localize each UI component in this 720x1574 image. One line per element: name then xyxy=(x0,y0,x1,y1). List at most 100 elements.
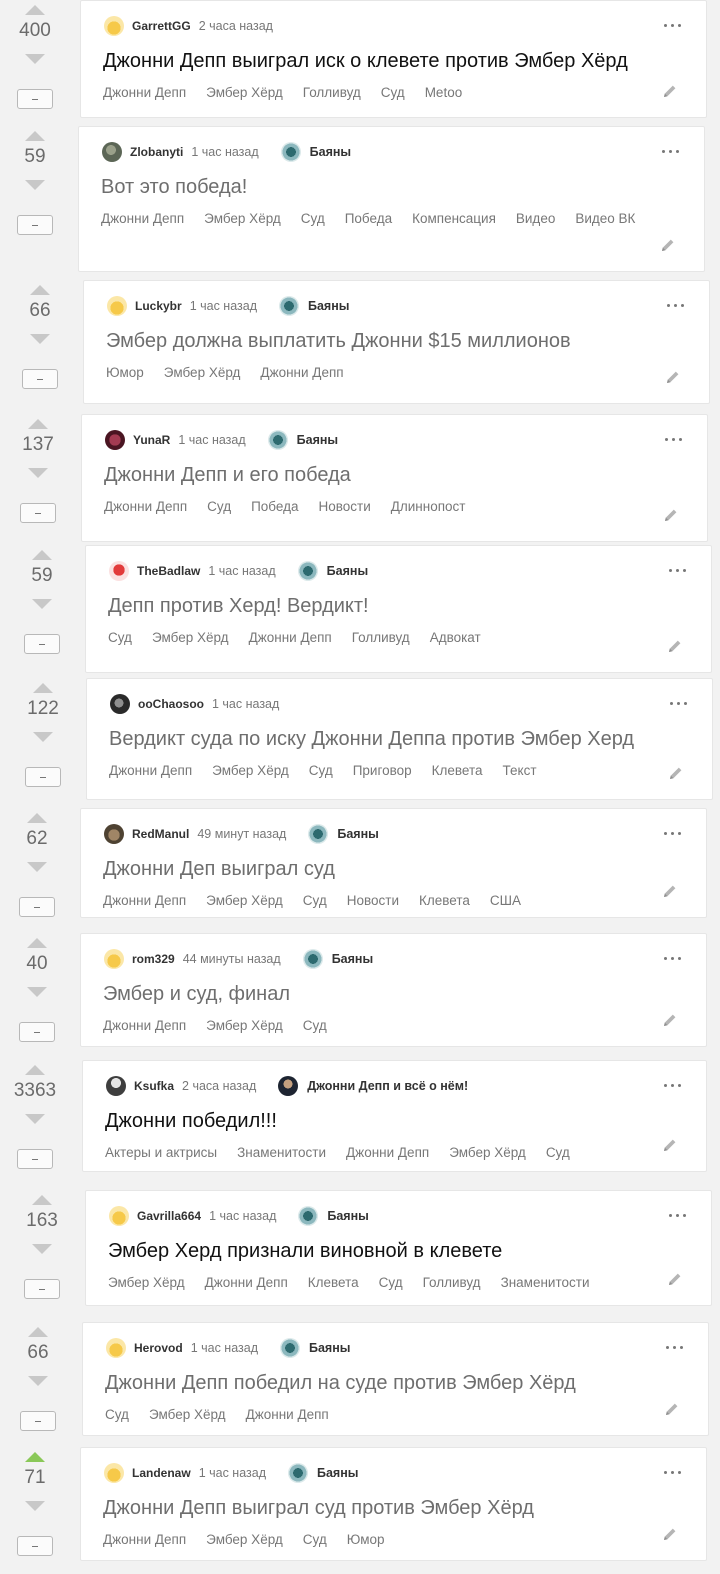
tag[interactable]: Джонни Депп xyxy=(103,891,186,911)
edit-pencil-icon[interactable] xyxy=(667,1271,683,1287)
community-name[interactable]: Баяны xyxy=(317,1466,358,1480)
post-title[interactable]: Эмбер Херд признали виновной в клевете xyxy=(108,1238,689,1264)
tag[interactable]: Новости xyxy=(347,891,399,911)
edit-pencil-icon[interactable] xyxy=(662,883,678,899)
tag[interactable]: Джонни Депп xyxy=(246,1405,329,1425)
tag[interactable]: Джонни Депп xyxy=(260,363,343,383)
hide-post-button[interactable] xyxy=(20,503,56,523)
community-name[interactable]: Баяны xyxy=(327,564,368,578)
post-title[interactable]: Джонни Депп выиграл иск о клевете против… xyxy=(103,48,684,74)
more-options-icon[interactable] xyxy=(665,296,687,314)
edit-pencil-icon[interactable] xyxy=(662,83,678,99)
downvote-icon[interactable] xyxy=(32,599,52,609)
tag[interactable]: Суд xyxy=(303,1016,327,1036)
community-name[interactable]: Баяны xyxy=(337,827,378,841)
edit-pencil-icon[interactable] xyxy=(663,507,679,523)
tag[interactable]: Длиннопост xyxy=(391,497,466,517)
downvote-icon[interactable] xyxy=(25,1501,45,1511)
downvote-icon[interactable] xyxy=(30,334,50,344)
more-options-icon[interactable] xyxy=(662,949,684,967)
upvote-icon[interactable] xyxy=(30,285,50,295)
tag[interactable]: Видео xyxy=(516,209,555,229)
author-name[interactable]: Gavrilla664 xyxy=(137,1209,201,1223)
tag[interactable]: Джонни Депп xyxy=(104,497,187,517)
tag[interactable]: Голливуд xyxy=(423,1273,481,1293)
yellow-avatar-icon[interactable] xyxy=(106,1338,126,1358)
more-options-icon[interactable] xyxy=(662,1463,684,1481)
more-options-icon[interactable] xyxy=(664,1338,686,1356)
tag[interactable]: Эмбер Хёрд xyxy=(212,761,289,781)
author-name[interactable]: Herovod xyxy=(134,1341,183,1355)
tag[interactable]: Знаменитости xyxy=(237,1143,326,1163)
tag[interactable]: Суд xyxy=(207,497,231,517)
upvote-icon[interactable] xyxy=(27,938,47,948)
tag[interactable]: Суд xyxy=(379,1273,403,1293)
edit-pencil-icon[interactable] xyxy=(662,1526,678,1542)
author-name[interactable]: Zlobanyti xyxy=(130,145,183,159)
upvote-icon[interactable] xyxy=(25,1065,45,1075)
author-name[interactable]: ooChaosoo xyxy=(138,697,204,711)
community-icon[interactable] xyxy=(302,949,323,969)
tag[interactable]: Джонни Депп xyxy=(103,1016,186,1036)
upvote-icon[interactable] xyxy=(32,1195,52,1205)
author-name[interactable]: Luckybr xyxy=(135,299,182,313)
community-icon[interactable] xyxy=(278,1076,299,1096)
tag[interactable]: Адвокат xyxy=(430,628,481,648)
tag[interactable]: Суд xyxy=(301,209,325,229)
upvote-icon[interactable] xyxy=(25,1452,45,1462)
community-icon[interactable] xyxy=(280,142,301,162)
tag[interactable]: Суд xyxy=(546,1143,570,1163)
more-options-icon[interactable] xyxy=(663,430,685,448)
tag[interactable]: Metoo xyxy=(425,83,463,103)
author-name[interactable]: rom329 xyxy=(132,952,175,966)
gray-avatar-icon[interactable] xyxy=(102,142,122,162)
downvote-icon[interactable] xyxy=(25,54,45,64)
downvote-icon[interactable] xyxy=(27,862,47,872)
tag[interactable]: Актеры и актрисы xyxy=(105,1143,217,1163)
community-name[interactable]: Баяны xyxy=(309,1341,350,1355)
brown-avatar-icon[interactable] xyxy=(104,824,124,844)
post-title[interactable]: Вот это победа! xyxy=(101,174,682,200)
tag[interactable]: Эмбер Хёрд xyxy=(206,83,283,103)
tag[interactable]: Суд xyxy=(381,83,405,103)
author-name[interactable]: TheBadlaw xyxy=(137,564,200,578)
hide-post-button[interactable] xyxy=(25,767,61,787)
tag[interactable]: Клевета xyxy=(419,891,470,911)
edit-pencil-icon[interactable] xyxy=(660,237,676,253)
tag[interactable]: Победа xyxy=(251,497,298,517)
yellow-avatar-icon[interactable] xyxy=(107,296,127,316)
wine-avatar-icon[interactable] xyxy=(105,430,125,450)
edit-pencil-icon[interactable] xyxy=(662,1012,678,1028)
edit-pencil-icon[interactable] xyxy=(668,765,684,781)
tag[interactable]: Эмбер Хёрд xyxy=(149,1405,226,1425)
yellow-avatar-icon[interactable] xyxy=(104,949,124,969)
edit-pencil-icon[interactable] xyxy=(667,638,683,654)
downvote-icon[interactable] xyxy=(25,180,45,190)
community-name[interactable]: Баяны xyxy=(308,299,349,313)
community-icon[interactable] xyxy=(267,430,288,450)
red-avatar-icon[interactable] xyxy=(109,561,129,581)
upvote-icon[interactable] xyxy=(25,131,45,141)
tag[interactable]: Суд xyxy=(108,628,132,648)
post-title[interactable]: Джонни Деп выиграл суд xyxy=(103,856,684,882)
edit-pencil-icon[interactable] xyxy=(662,1137,678,1153)
community-name[interactable]: Баяны xyxy=(310,145,351,159)
downvote-icon[interactable] xyxy=(28,1376,48,1386)
hide-post-button[interactable] xyxy=(24,634,60,654)
tag[interactable]: Джонни Депп xyxy=(103,83,186,103)
post-title[interactable]: Джонни победил!!! xyxy=(105,1108,684,1134)
community-name[interactable]: Джонни Депп и всё о нём! xyxy=(307,1079,468,1093)
upvote-icon[interactable] xyxy=(32,550,52,560)
tag[interactable]: Приговор xyxy=(353,761,412,781)
hide-post-button[interactable] xyxy=(17,1536,53,1556)
tag[interactable]: Эмбер Хёрд xyxy=(449,1143,526,1163)
upvote-icon[interactable] xyxy=(28,1327,48,1337)
ksufka-avatar-icon[interactable] xyxy=(106,1076,126,1096)
hide-post-button[interactable] xyxy=(20,1411,56,1431)
hide-post-button[interactable] xyxy=(17,215,53,235)
tag[interactable]: Эмбер Хёрд xyxy=(206,891,283,911)
community-name[interactable]: Баяны xyxy=(327,1209,368,1223)
yellow-avatar-icon[interactable] xyxy=(109,1206,129,1226)
tag[interactable]: Джонни Депп xyxy=(109,761,192,781)
yellow-avatar-icon[interactable] xyxy=(104,16,124,36)
